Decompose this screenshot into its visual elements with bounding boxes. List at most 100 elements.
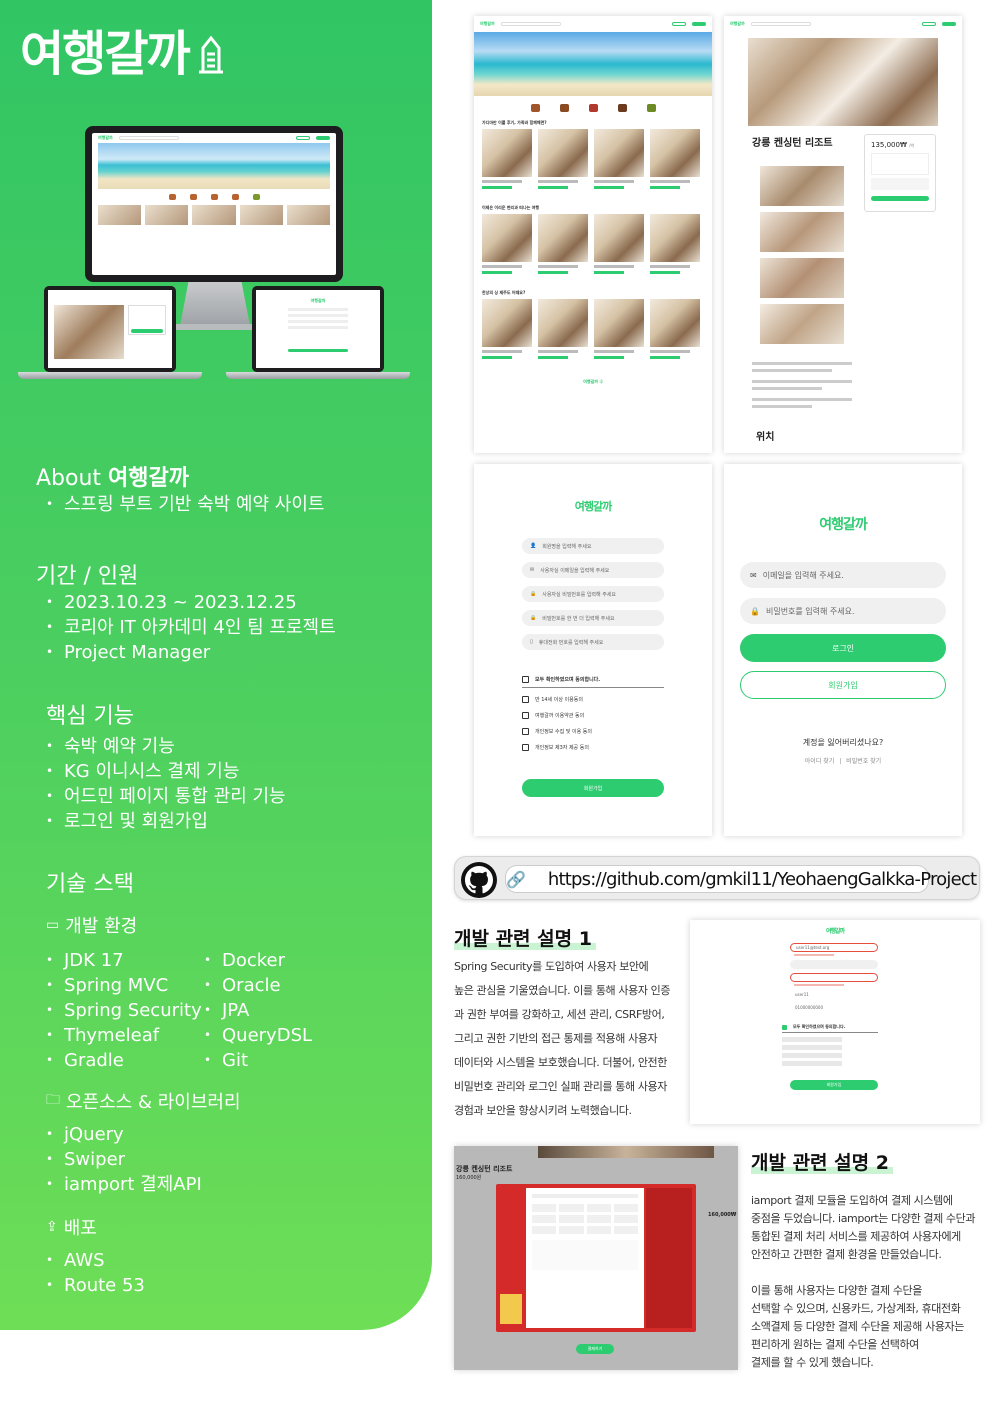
mail-icon: ✉ [530, 567, 535, 573]
section-heading: 한상의 싱 제주도 어때요? [482, 290, 526, 295]
login-email-input[interactable]: ✉ 이메일을 입력해 주세요. [740, 562, 946, 588]
oss-list: jQuery Swiper iamport 결제API [36, 1122, 202, 1197]
agree-checkbox[interactable]: 개인정보 제3자 제공 동의 [522, 744, 664, 751]
detail-gallery [748, 38, 938, 126]
deploy-title: ⇪ 배포 [46, 1218, 97, 1239]
mail-icon: ✉ [750, 570, 757, 580]
stack-item: Docker [194, 948, 312, 973]
about-title: About 여행갈까 [36, 466, 190, 491]
category-icons [474, 104, 712, 112]
link-icon: 🔗 [506, 869, 526, 889]
deploy-item: AWS [36, 1248, 145, 1273]
hero-image [474, 32, 712, 96]
hotel-row [482, 214, 704, 274]
find-password-link[interactable]: 비밀번호 찾기 [846, 758, 881, 765]
goto-signup-button[interactable]: 회원가입 [740, 671, 946, 699]
detail-description [752, 362, 852, 408]
stack-item: Gradle [36, 1048, 202, 1073]
oss-title: 🗀 오픈소스 & 라이브러리 [46, 1088, 241, 1114]
share-icon: ⇪ [46, 1219, 58, 1235]
period-title: 기간 / 인원 [36, 564, 139, 589]
screen-login-page: 여행갈까 ✉ 이메일을 입력해 주세요. 🔒 비밀번호를 입력해 주세요. 로그인 … [724, 464, 962, 836]
stack-item: Oracle [194, 973, 312, 998]
dev-env-list-1: JDK 17 Spring MVC Spring Security Thymel… [36, 948, 202, 1073]
laptop-mockup-signup: 여행갈까 [252, 286, 384, 372]
left-info-panel: 여행갈까 여행갈까 강릉 켄싱턴 리조트 135,000₩ 여행갈까 About… [0, 0, 432, 1330]
dev-env-list-2: Docker Oracle JPA QueryDSL Git [194, 948, 312, 1073]
github-url-text[interactable]: https://github.com/gmkil11/YeohaengGalkk… [548, 869, 977, 890]
name-field[interactable]: user11 [790, 990, 878, 999]
email-input[interactable]: ✉ 사용자실 이메일을 입력해 주세요 [522, 562, 664, 578]
screen-detail-page: 여행갈까 강릉 켄싱턴 리조트 135,000₩ /박 위치 [724, 16, 962, 453]
stack-item: Thymeleaf [36, 1023, 202, 1048]
github-link-bar: 🔗 https://github.com/gmkil11/YeohaengGal… [454, 856, 980, 900]
laptop-base-left [18, 372, 202, 379]
password-confirm-input[interactable]: 🔒 비밀번호를 한 번 더 입력해 주세요 [522, 610, 664, 626]
lock-icon: 🔒 [750, 606, 760, 616]
github-url-field[interactable]: 🔗 https://github.com/gmkil11/YeohaengGal… [505, 865, 977, 893]
validation-submit-button[interactable]: 회원가입 [790, 1080, 878, 1090]
payment-button[interactable]: 결제하기 [576, 1344, 614, 1354]
stack-item: JPA [194, 998, 312, 1023]
password-input[interactable]: 🔒 사용자실 비밀번호를 입력해 주세요 [522, 586, 664, 602]
agree-all-checkbox[interactable]: 모두 확인하였으며 동의합니다. [522, 676, 664, 688]
screen-validation: 여행갈까 user11@test.org user11 01000000000 … [690, 920, 980, 1124]
email-field-error[interactable]: user11@test.org [790, 943, 878, 952]
hotel-row [482, 299, 704, 359]
password-field[interactable] [790, 960, 878, 969]
feature-item: 어드민 페이지 통합 관리 기능 [36, 784, 286, 809]
monitor-stand [180, 282, 250, 326]
phone-field[interactable]: 01000000000 [790, 1003, 878, 1012]
period-list: 2023.10.23 ~ 2023.12.25 코리아 IT 아카데미 4인 팀… [36, 590, 336, 665]
forgot-account-text: 계정을 잃어버리셨나요? [802, 738, 884, 747]
footer-logo: 여행갈까 :) [583, 379, 603, 384]
stack-title: 기술 스택 [46, 872, 134, 897]
period-item: 코리아 IT 아카데미 4인 팀 프로젝트 [36, 615, 336, 640]
phone-input[interactable]: ▯ 휴대전화 번호를 입력해 주세요 [522, 634, 664, 650]
lock-icon: 🔒 [530, 591, 537, 597]
oss-item: jQuery [36, 1122, 202, 1147]
section-heading: 이제은 이리운 변리과 떠나는 여행 [482, 205, 540, 210]
password-confirm-error[interactable] [790, 973, 878, 982]
oss-item: Swiper [36, 1147, 202, 1172]
features-title: 핵심 기능 [46, 704, 134, 729]
desc2-body: iamport 결제 모듈을 도입하여 결제 시스템에 중점을 두었습니다. i… [751, 1194, 976, 1369]
period-item: 2023.10.23 ~ 2023.12.25 [36, 590, 336, 615]
find-id-link[interactable]: 아이디 찾기 [805, 758, 835, 765]
feature-item: KG 이니시스 결제 기능 [36, 759, 286, 784]
login-button[interactable]: 로그인 [740, 634, 946, 662]
desc1-title: 개발 관련 설명 1 [454, 924, 596, 951]
agree-checkbox[interactable]: 여행갈까 이용약관 동의 [522, 712, 664, 719]
monitor-icon: ▭ [46, 917, 60, 933]
agree-all-checked[interactable]: 모두 확인하였으며 동의합니다. [782, 1024, 878, 1033]
signup-submit-button[interactable]: 회원가입 [522, 779, 664, 797]
payment-modal [496, 1184, 696, 1332]
stack-item: QueryDSL [194, 1023, 312, 1048]
lock-icon: 🔒 [530, 615, 537, 621]
folder-icon: 🗀 [46, 1092, 60, 1108]
laptop-mockup-detail: 강릉 켄싱턴 리조트 135,000₩ [44, 286, 176, 372]
about-item: 스프링 부트 기반 숙박 예약 사이트 [36, 492, 324, 517]
feature-item: 로그인 및 회원가입 [36, 809, 286, 834]
agree-checkbox[interactable]: 만 14세 이상 이용동의 [522, 696, 664, 703]
screen-signup-page: 여행갈까 👤 회원명을 입력해 주세요 ✉ 사용자실 이메일을 입력해 주세요 🔒 사… [474, 464, 712, 836]
stack-item: JDK 17 [36, 948, 202, 973]
desc2-title: 개발 관련 설명 2 [751, 1148, 893, 1175]
agree-checkbox[interactable]: 개인정보 수집 및 이용 동의 [522, 728, 664, 735]
oss-item: iamport 결제API [36, 1172, 202, 1197]
stack-item: Spring MVC [36, 973, 202, 998]
detail-title: 강릉 켄싱턴 리조트 [752, 138, 833, 149]
laptop-base-right [226, 372, 410, 379]
name-input[interactable]: 👤 회원명을 입력해 주세요 [522, 538, 664, 554]
building-icon [198, 35, 223, 74]
reserve-button[interactable] [871, 196, 929, 201]
features-list: 숙박 예약 기능 KG 이니시스 결제 기능 어드민 페이지 통합 관리 기능 … [36, 734, 286, 834]
desc1-body: Spring Security를 도입하여 사용자 보안에 높은 관심을 기울였… [454, 960, 671, 1117]
login-password-input[interactable]: 🔒 비밀번호를 입력해 주세요. [740, 598, 946, 624]
brand-logo: 여행갈까 [20, 14, 227, 84]
hotel-row [482, 129, 704, 189]
stack-item: Spring Security [36, 998, 202, 1023]
period-item: Project Manager [36, 640, 336, 665]
github-icon [461, 862, 497, 898]
stack-item: Git [194, 1048, 312, 1073]
